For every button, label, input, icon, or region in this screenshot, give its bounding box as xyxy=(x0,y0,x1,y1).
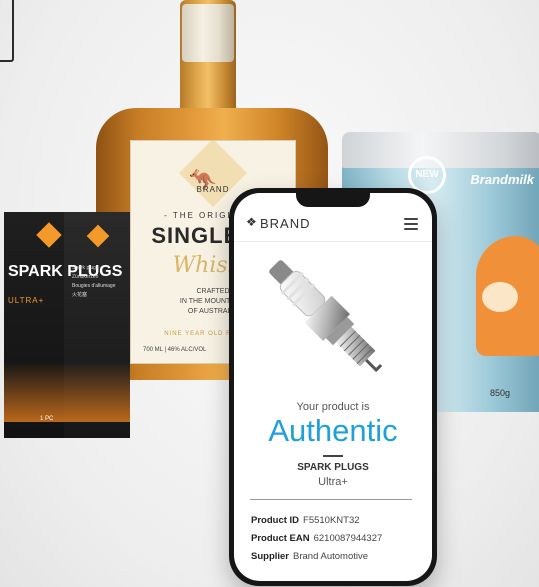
verification-kicker: Your product is xyxy=(296,401,370,413)
detail-row-product-id: Product ID F5510KNT32 xyxy=(251,515,360,526)
phone-brand-logo[interactable]: BRAND xyxy=(260,216,311,231)
detail-value: 6210087944327 xyxy=(313,533,383,544)
box-variant: ULTRA+ xyxy=(8,296,45,305)
frame-corner xyxy=(0,0,14,62)
detail-label: Product ID xyxy=(251,515,300,526)
detail-label: Supplier xyxy=(251,551,290,562)
detail-row-supplier: Supplier Brand Automotive xyxy=(251,551,368,562)
milk-brand: Brandmilk xyxy=(470,172,534,187)
phone-screen: ❖ BRAND Your product is Authentic SPARK … xyxy=(234,193,432,581)
spark-plug-box: SPARK PLUGS ULTRA+ Spark plugs Zündkerze… xyxy=(4,212,130,438)
authentic-status: Authentic xyxy=(268,413,398,448)
detail-value: F5510KNT32 xyxy=(303,515,360,526)
divider-dash xyxy=(323,455,343,457)
hamburger-menu-icon[interactable] xyxy=(404,218,418,233)
phone-notch xyxy=(296,193,370,207)
cat-face xyxy=(482,282,518,312)
box-count: 1 PC xyxy=(40,416,54,422)
box-glow xyxy=(4,362,130,422)
box-side-text: Spark plugs Zündkerzen Bougies d'allumag… xyxy=(72,265,116,298)
product-name: SPARK PLUGS xyxy=(297,462,369,473)
product-variant: Ultra+ xyxy=(318,476,348,488)
brand-logo-icon: ❖ xyxy=(246,215,257,229)
detail-value: Brand Automotive xyxy=(293,551,369,562)
detail-row-product-ean: Product EAN 6210087944327 xyxy=(251,533,382,544)
spark-plug-image xyxy=(269,260,383,373)
details-divider xyxy=(250,499,412,500)
bottle-cap xyxy=(182,4,234,62)
phone-header: ❖ BRAND xyxy=(234,207,432,242)
whisky-volume: 700 ML | 46% ALC/VOL xyxy=(143,347,207,353)
detail-label: Product EAN xyxy=(251,533,310,544)
milk-weight: 850g xyxy=(490,388,511,398)
